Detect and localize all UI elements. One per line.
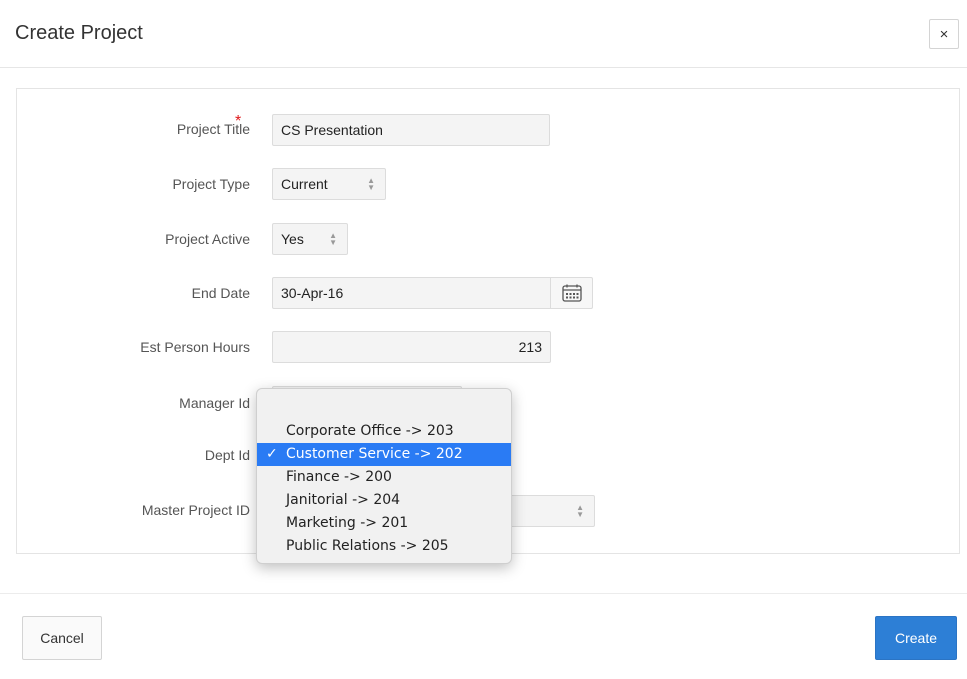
est-person-hours-value: 213 (518, 339, 542, 355)
dropdown-option[interactable]: Janitorial -> 204 (257, 489, 511, 512)
dialog-title: Create Project (15, 22, 143, 44)
est-person-hours-label: Est Person Hours (140, 339, 250, 355)
end-date-label: End Date (191, 285, 250, 301)
close-icon: × (939, 25, 949, 43)
create-button[interactable]: Create (875, 616, 957, 660)
end-date-input[interactable]: 30-Apr-16 (272, 277, 551, 309)
project-type-label: Project Type (172, 176, 250, 192)
close-button[interactable]: × (929, 19, 959, 49)
project-title-input[interactable]: CS Presentation (272, 114, 550, 146)
end-date-value: 30-Apr-16 (281, 285, 344, 301)
project-title-value: CS Presentation (281, 122, 383, 138)
select-arrows-icon: ▲ ▼ (576, 503, 584, 519)
calendar-icon (561, 284, 582, 302)
project-active-value: Yes (281, 231, 304, 247)
dropdown-option[interactable]: Marketing -> 201 (257, 512, 511, 535)
date-picker-button[interactable] (550, 277, 593, 309)
check-icon: ✓ (266, 446, 278, 462)
footer-divider (0, 593, 967, 594)
project-type-select[interactable]: Current ▲ ▼ (272, 168, 386, 200)
dropdown-option[interactable]: Finance -> 200 (257, 466, 511, 489)
dropdown-option-selected[interactable]: ✓ Customer Service -> 202 (257, 443, 511, 466)
master-project-id-label: Master Project ID (141, 502, 250, 518)
manager-id-label: Manager Id (179, 395, 250, 411)
dropdown-option[interactable]: Corporate Office -> 203 (257, 420, 511, 443)
dropdown-option[interactable]: Public Relations -> 205 (257, 535, 511, 558)
dialog-header: Create Project × (0, 0, 967, 68)
project-active-select[interactable]: Yes ▲ ▼ (272, 223, 348, 255)
project-active-label: Project Active (165, 231, 250, 247)
dept-id-label: Dept Id (204, 447, 250, 463)
dept-id-dropdown[interactable]: Corporate Office -> 203 ✓ Customer Servi… (256, 388, 512, 564)
select-arrows-icon: ▲ ▼ (367, 176, 375, 192)
cancel-button[interactable]: Cancel (22, 616, 102, 660)
select-arrows-icon: ▲ ▼ (329, 231, 337, 247)
project-type-value: Current (281, 176, 328, 192)
est-person-hours-input[interactable]: 213 (272, 331, 551, 363)
required-marker: * (235, 113, 242, 130)
